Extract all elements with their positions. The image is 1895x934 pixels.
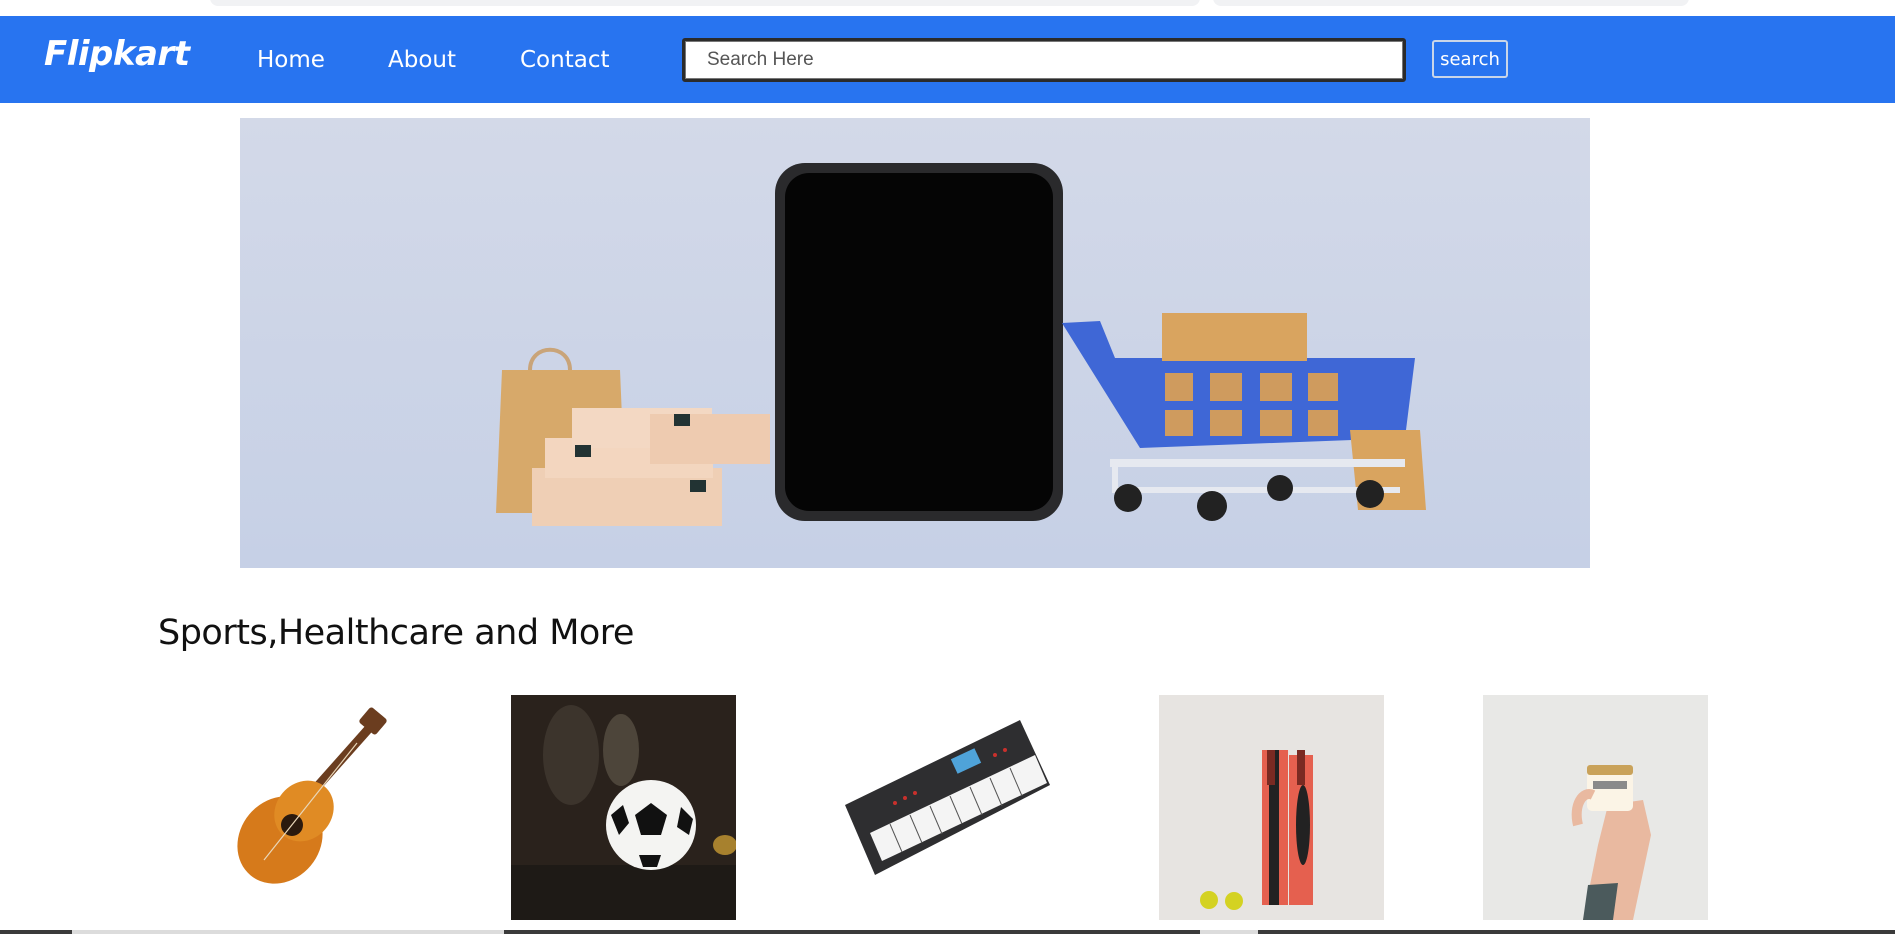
nav-link-contact[interactable]: Contact [520,47,609,73]
product-card-football[interactable] [511,695,736,920]
guitar-image [192,695,417,920]
navbar: Flipkart Home About Contact search [0,16,1895,103]
search-input[interactable] [682,38,1406,82]
brand-logo[interactable]: Flipkart [44,34,190,74]
product-card-keyboard[interactable] [835,695,1060,920]
hero-banner [240,118,1590,568]
product-card-cream[interactable] [1483,695,1708,920]
cream-jar-image [1483,695,1708,920]
product-card-cricket-bat[interactable] [1159,695,1384,920]
top-strip [0,0,1895,16]
bottom-divider [0,930,1895,934]
soccer-ball-image [511,695,736,920]
cricket-bat-image [1159,695,1384,920]
keyboard-image [835,695,1060,920]
section-title: Sports,Healthcare and More [158,613,634,653]
search-button[interactable]: search [1432,40,1508,78]
page: Flipkart Home About Contact search [0,0,1895,934]
hero-banner-image [240,118,1590,568]
product-card-guitar[interactable] [192,695,417,920]
nav-link-about[interactable]: About [388,47,456,73]
nav-link-home[interactable]: Home [257,47,325,73]
